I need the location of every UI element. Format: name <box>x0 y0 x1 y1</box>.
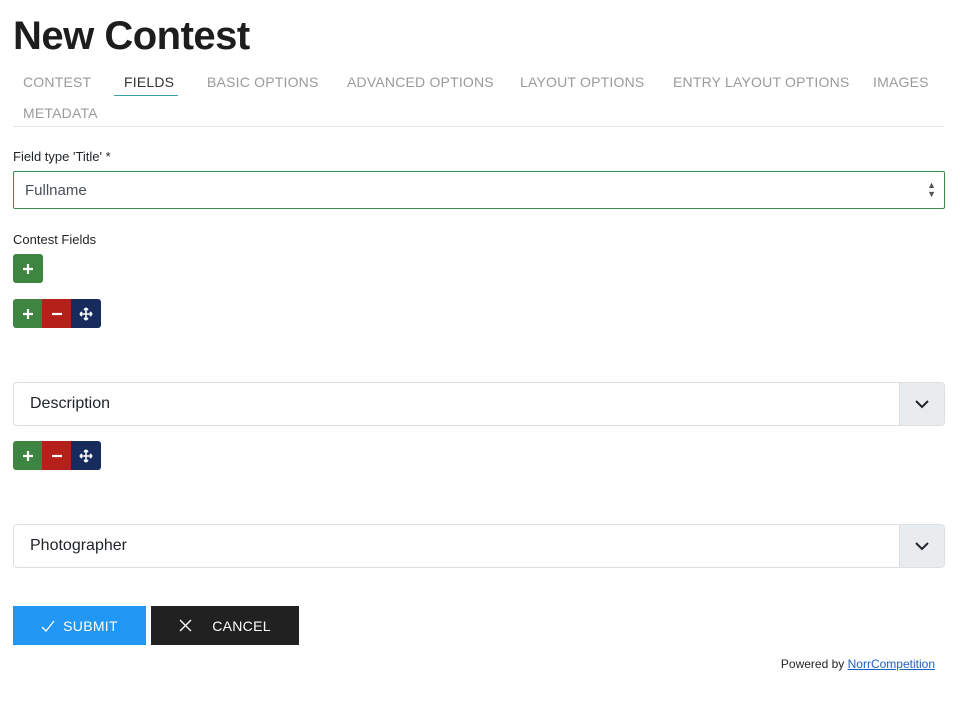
page-title: New Contest <box>13 14 250 58</box>
submit-button[interactable]: SUBMIT <box>13 606 146 645</box>
active-tab-indicator <box>114 95 178 96</box>
move-field-handle[interactable] <box>71 441 101 470</box>
tab-bar: CONTEST FIELDS BASIC OPTIONS ADVANCED OP… <box>13 66 944 127</box>
plus-icon <box>23 263 33 274</box>
cancel-button[interactable]: CANCEL <box>151 606 299 645</box>
field-group-description: Description <box>13 382 945 426</box>
expand-field-button[interactable] <box>899 525 944 567</box>
minus-icon <box>51 312 62 315</box>
minus-icon <box>51 454 62 457</box>
tab-advanced-options[interactable]: ADVANCED OPTIONS <box>347 74 494 90</box>
tab-basic-options[interactable]: BASIC OPTIONS <box>207 74 319 90</box>
title-field-value: Fullname <box>25 182 87 199</box>
expand-field-button[interactable] <box>899 383 944 425</box>
check-icon <box>41 620 55 632</box>
move-field-handle[interactable] <box>71 299 101 328</box>
add-field-button[interactable] <box>13 254 43 283</box>
tab-contest[interactable]: CONTEST <box>23 74 91 90</box>
chevron-down-icon <box>915 399 929 408</box>
remove-field-button[interactable] <box>42 299 71 328</box>
field-group-label: Photographer <box>30 537 127 554</box>
plus-icon <box>23 450 33 461</box>
move-icon <box>79 448 93 463</box>
add-field-button[interactable] <box>13 299 43 328</box>
add-field-button[interactable] <box>13 441 43 470</box>
title-field-select[interactable]: Fullname ▲ ▼ <box>13 171 945 209</box>
select-arrows-icon: ▲ ▼ <box>927 180 936 199</box>
powered-by-text: Powered by <box>780 657 845 671</box>
tab-images[interactable]: IMAGES <box>873 74 929 90</box>
plus-icon <box>23 308 33 319</box>
move-icon <box>79 306 93 321</box>
tab-layout-options[interactable]: LAYOUT OPTIONS <box>520 74 644 90</box>
powered-by: Powered by NorrCompetition <box>781 657 935 671</box>
field-group-photographer: Photographer <box>13 524 945 568</box>
norrcompetition-link[interactable]: NorrCompetition <box>848 657 935 671</box>
remove-field-button[interactable] <box>42 441 71 470</box>
title-field-label: Field type 'Title' * <box>13 149 111 164</box>
contest-fields-label: Contest Fields <box>13 232 97 247</box>
tab-entry-layout-options[interactable]: ENTRY LAYOUT OPTIONS <box>673 74 849 90</box>
cancel-label: CANCEL <box>212 617 271 634</box>
tab-metadata[interactable]: METADATA <box>23 105 98 121</box>
close-icon <box>179 619 192 632</box>
submit-label: SUBMIT <box>63 617 118 634</box>
field-group-label: Description <box>30 395 111 412</box>
tab-fields[interactable]: FIELDS <box>124 74 174 90</box>
chevron-down-icon <box>915 541 929 550</box>
